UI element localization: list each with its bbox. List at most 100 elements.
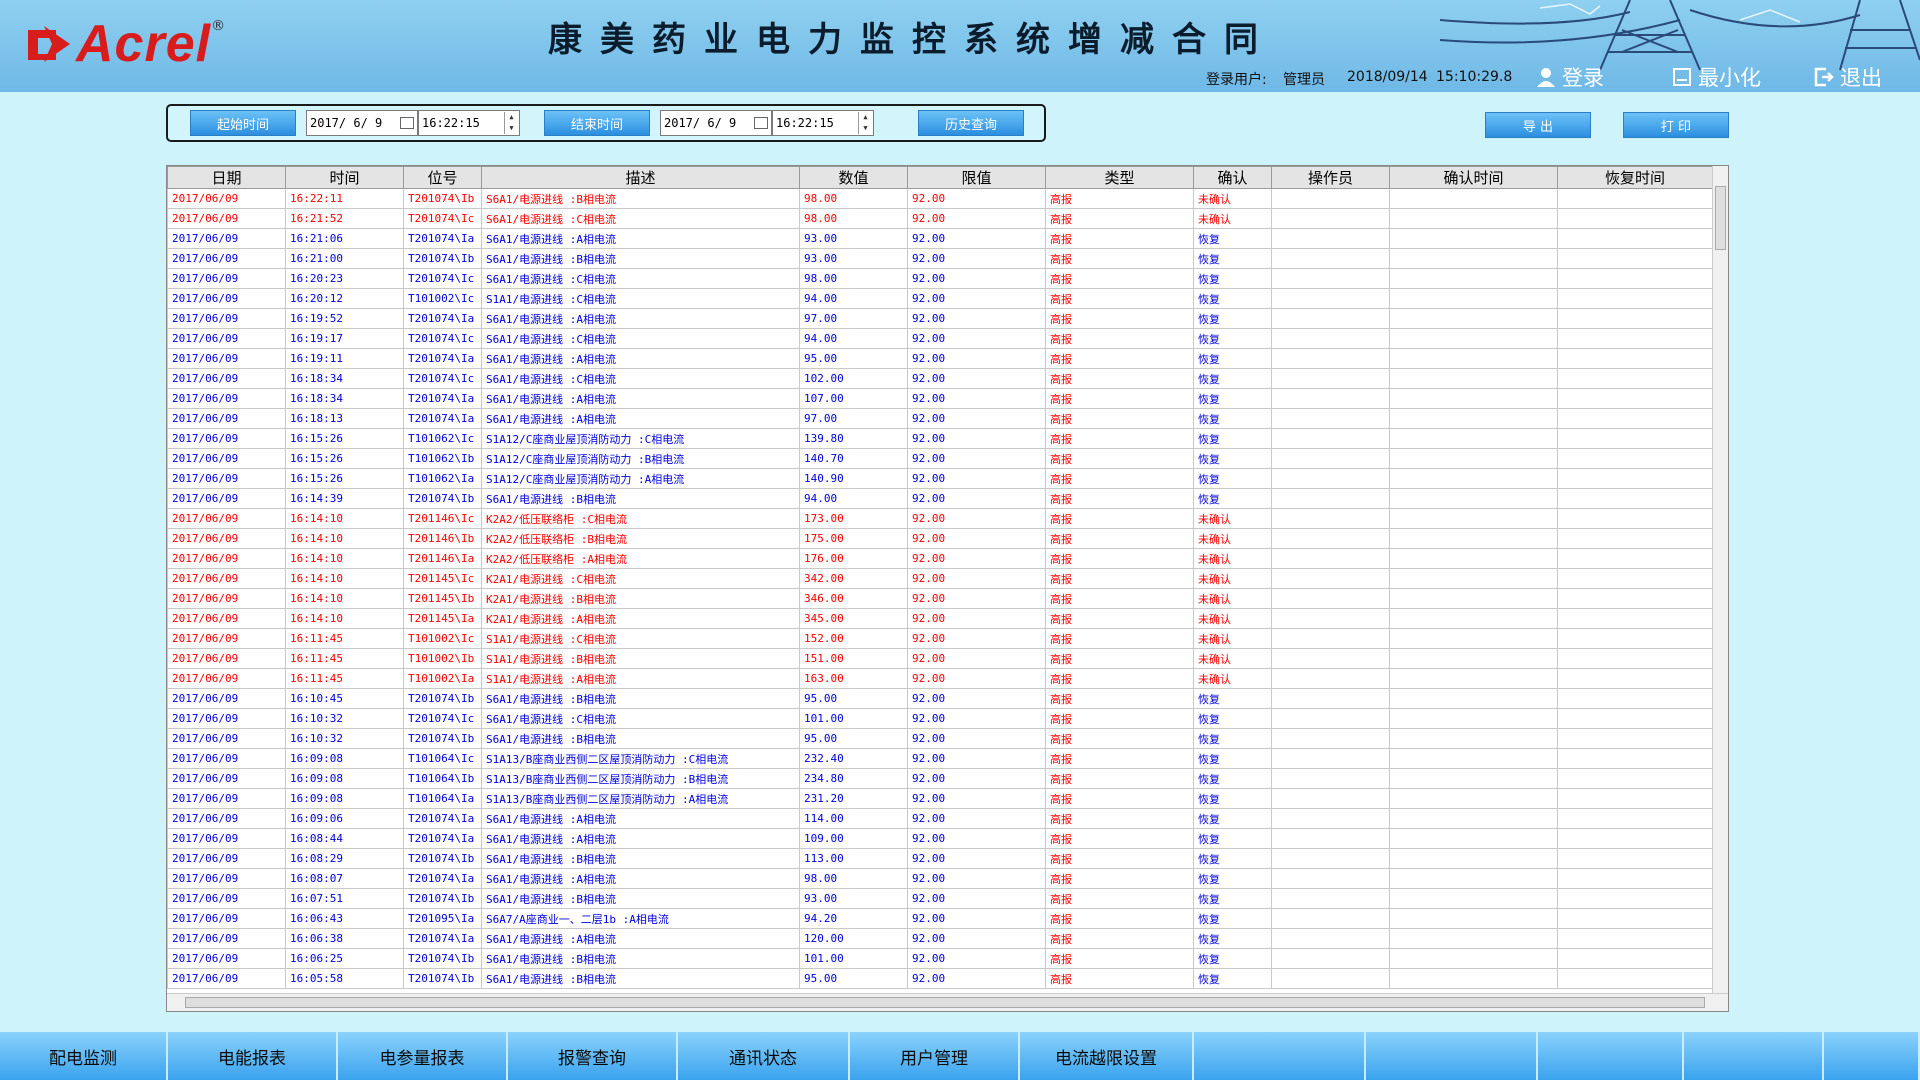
table-row[interactable]: 2017/06/09 16:06:43 T201095\Ia S6A7/A座商业一、二… [167, 908, 1713, 929]
table-cell [1389, 368, 1558, 389]
table-row[interactable]: 2017/06/09 16:19:17 T201074\Ic S6A1/电源进线 :C… [167, 328, 1713, 349]
column-header[interactable]: 恢复时间 [1557, 166, 1713, 189]
login-button[interactable]: 登录 [1536, 63, 1604, 91]
table-cell: 2017/06/09 [167, 208, 286, 229]
table-row[interactable]: 2017/06/09 16:20:12 T101002\Ic S1A1/电源进线 :C… [167, 288, 1713, 309]
table-cell: 16:14:39 [285, 488, 404, 509]
table-row[interactable]: 2017/06/09 16:14:39 T201074\Ib S6A1/电源进线 :B… [167, 488, 1713, 509]
table-row[interactable]: 2017/06/09 16:09:06 T201074\Ia S6A1/电源进线 :A… [167, 808, 1713, 829]
table-row[interactable]: 2017/06/09 16:11:45 T101002\Ib S1A1/电源进线 :B… [167, 648, 1713, 669]
table-row[interactable]: 2017/06/09 16:15:26 T101062\Ic S1A12/C座商业屋顶… [167, 428, 1713, 449]
column-header[interactable]: 类型 [1045, 166, 1194, 189]
nav-item[interactable] [1538, 1032, 1684, 1080]
scroll-thumb[interactable] [185, 997, 1705, 1008]
table-row[interactable]: 2017/06/09 16:18:34 T201074\Ia S6A1/电源进线 :A… [167, 388, 1713, 409]
start-time-field[interactable]: 16:22:15 ▲ ▼ [418, 110, 520, 136]
table-row[interactable]: 2017/06/09 16:18:34 T201074\Ic S6A1/电源进线 :C… [167, 368, 1713, 389]
table-row[interactable]: 2017/06/09 16:10:45 T201074\Ib S6A1/电源进线 :B… [167, 688, 1713, 709]
table-row[interactable]: 2017/06/09 16:11:45 T101002\Ia S1A1/电源进线 :A… [167, 668, 1713, 689]
nav-item[interactable] [1366, 1032, 1538, 1080]
nav-item[interactable]: 用户管理 [850, 1032, 1020, 1080]
table-cell: 高报 [1045, 528, 1194, 549]
start-time-button[interactable]: 起始时间 [190, 110, 296, 136]
calendar-icon[interactable] [754, 117, 768, 129]
nav-item[interactable] [1824, 1032, 1920, 1080]
calendar-icon[interactable] [400, 117, 414, 129]
nav-item[interactable] [1684, 1032, 1824, 1080]
table-row[interactable]: 2017/06/09 16:08:07 T201074\Ia S6A1/电源进线 :A… [167, 868, 1713, 889]
column-header[interactable]: 时间 [285, 166, 404, 189]
table-cell: 2017/06/09 [167, 728, 286, 749]
table-row[interactable]: 2017/06/09 16:14:10 T201145\Ic K2A1/电源进线 :C… [167, 568, 1713, 589]
table-cell [1389, 548, 1558, 569]
end-time-field[interactable]: 16:22:15 ▲ ▼ [772, 110, 874, 136]
table-row[interactable]: 2017/06/09 16:18:13 T201074\Ia S6A1/电源进线 :A… [167, 408, 1713, 429]
column-header[interactable]: 操作员 [1271, 166, 1390, 189]
table-row[interactable]: 2017/06/09 16:21:00 T201074\Ib S6A1/电源进线 :B… [167, 248, 1713, 269]
vertical-scrollbar[interactable] [1712, 166, 1728, 994]
scroll-thumb[interactable] [1715, 186, 1726, 250]
end-date-field[interactable]: 2017/ 6/ 9 [660, 110, 772, 136]
table-cell: 163.00 [799, 668, 908, 689]
table-row[interactable]: 2017/06/09 16:06:38 T201074\Ia S6A1/电源进线 :A… [167, 928, 1713, 949]
table-row[interactable]: 2017/06/09 16:14:10 T201145\Ia K2A1/电源进线 :A… [167, 608, 1713, 629]
nav-item[interactable] [1194, 1032, 1366, 1080]
table-row[interactable]: 2017/06/09 16:14:10 T201146\Ia K2A2/低压联络柜 :… [167, 548, 1713, 569]
end-time-button[interactable]: 结束时间 [544, 110, 650, 136]
table-row[interactable]: 2017/06/09 16:14:10 T201146\Ic K2A2/低压联络柜 :… [167, 508, 1713, 529]
column-header[interactable]: 限值 [907, 166, 1046, 189]
print-button[interactable]: 打 印 [1623, 112, 1729, 138]
nav-item[interactable]: 报警查询 [508, 1032, 678, 1080]
table-row[interactable]: 2017/06/09 16:20:23 T201074\Ic S6A1/电源进线 :C… [167, 268, 1713, 289]
table-row[interactable]: 2017/06/09 16:10:32 T201074\Ib S6A1/电源进线 :B… [167, 728, 1713, 749]
column-header[interactable]: 日期 [167, 166, 286, 189]
table-cell: 95.00 [799, 348, 908, 369]
start-date-field[interactable]: 2017/ 6/ 9 [306, 110, 418, 136]
nav-item[interactable]: 电流越限设置 [1020, 1032, 1194, 1080]
column-header[interactable]: 描述 [481, 166, 800, 189]
table-row[interactable]: 2017/06/09 16:21:52 T201074\Ic S6A1/电源进线 :C… [167, 208, 1713, 229]
table-cell: S1A12/C座商业屋顶消防动力 :C相电流 [481, 428, 800, 449]
table-cell: 2017/06/09 [167, 608, 286, 629]
export-button[interactable]: 导 出 [1485, 112, 1591, 138]
table-cell [1389, 728, 1558, 749]
start-time-value: 16:22:15 [422, 116, 480, 130]
table-row[interactable]: 2017/06/09 16:07:51 T201074\Ib S6A1/电源进线 :B… [167, 888, 1713, 909]
table-cell: 恢复 [1193, 888, 1272, 909]
table-row[interactable]: 2017/06/09 16:22:11 T201074\Ib S6A1/电源进线 :B… [167, 188, 1713, 209]
minimize-button[interactable]: 最小化 [1672, 63, 1761, 91]
table-row[interactable]: 2017/06/09 16:05:58 T201074\Ib S6A1/电源进线 :B… [167, 968, 1713, 989]
table-row[interactable]: 2017/06/09 16:14:10 T201145\Ib K2A1/电源进线 :B… [167, 588, 1713, 609]
table-row[interactable]: 2017/06/09 16:08:44 T201074\Ia S6A1/电源进线 :A… [167, 828, 1713, 849]
table-row[interactable]: 2017/06/09 16:19:52 T201074\Ia S6A1/电源进线 :A… [167, 308, 1713, 329]
table-cell: 2017/06/09 [167, 768, 286, 789]
exit-button[interactable]: 退出 [1814, 63, 1882, 91]
spinner-icon[interactable]: ▲ ▼ [504, 112, 518, 134]
history-query-button[interactable]: 历史查询 [918, 110, 1024, 136]
table-row[interactable]: 2017/06/09 16:08:29 T201074\Ib S6A1/电源进线 :B… [167, 848, 1713, 869]
table-row[interactable]: 2017/06/09 16:14:10 T201146\Ib K2A2/低压联络柜 :… [167, 528, 1713, 549]
table-row[interactable]: 2017/06/09 16:15:26 T101062\Ib S1A12/C座商业屋顶… [167, 448, 1713, 469]
table-row[interactable]: 2017/06/09 16:09:08 T101064\Ia S1A13/B座商业西侧… [167, 788, 1713, 809]
table-row[interactable]: 2017/06/09 16:09:08 T101064\Ib S1A13/B座商业西侧… [167, 768, 1713, 789]
nav-item[interactable]: 电能报表 [168, 1032, 338, 1080]
table-cell: 高报 [1045, 588, 1194, 609]
column-header[interactable]: 确认时间 [1389, 166, 1558, 189]
table-cell [1557, 888, 1713, 909]
table-row[interactable]: 2017/06/09 16:21:06 T201074\Ia S6A1/电源进线 :A… [167, 228, 1713, 249]
column-header[interactable]: 确认 [1193, 166, 1272, 189]
table-row[interactable]: 2017/06/09 16:09:08 T101064\Ic S1A13/B座商业西侧… [167, 748, 1713, 769]
table-row[interactable]: 2017/06/09 16:15:26 T101062\Ia S1A12/C座商业屋顶… [167, 468, 1713, 489]
table-row[interactable]: 2017/06/09 16:10:32 T201074\Ic S6A1/电源进线 :C… [167, 708, 1713, 729]
spinner-icon[interactable]: ▲ ▼ [858, 112, 872, 134]
nav-item[interactable]: 配电监测 [0, 1032, 168, 1080]
table-cell: 高报 [1045, 888, 1194, 909]
table-row[interactable]: 2017/06/09 16:19:11 T201074\Ia S6A1/电源进线 :A… [167, 348, 1713, 369]
table-row[interactable]: 2017/06/09 16:06:25 T201074\Ib S6A1/电源进线 :B… [167, 948, 1713, 969]
table-row[interactable]: 2017/06/09 16:11:45 T101002\Ic S1A1/电源进线 :C… [167, 628, 1713, 649]
horizontal-scrollbar[interactable] [167, 993, 1728, 1011]
nav-item[interactable]: 电参量报表 [338, 1032, 508, 1080]
column-header[interactable]: 数值 [799, 166, 908, 189]
column-header[interactable]: 位号 [403, 166, 482, 189]
nav-item[interactable]: 通讯状态 [678, 1032, 850, 1080]
